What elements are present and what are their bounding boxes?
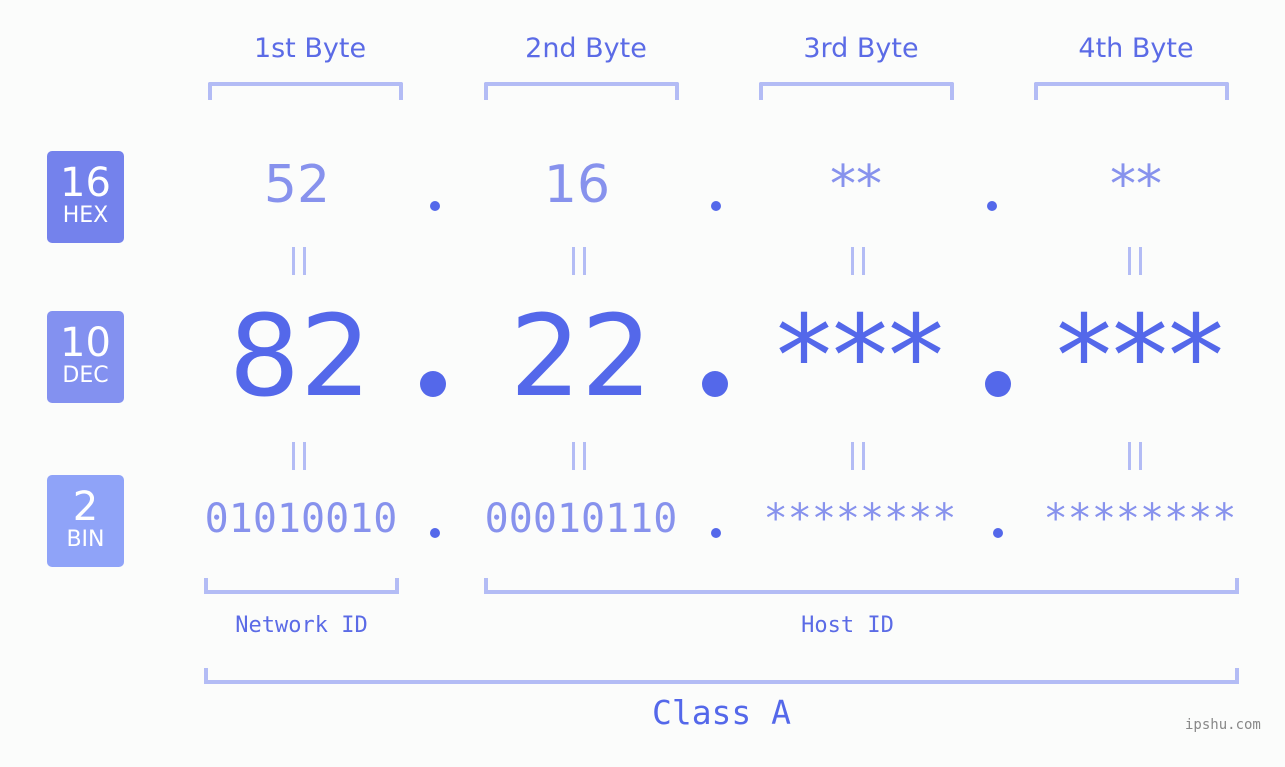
bin-dot-3 (993, 528, 1003, 538)
host-id-bracket (484, 578, 1239, 594)
hex-dot-3 (987, 201, 997, 211)
dec-dot-3 (985, 371, 1011, 397)
dec-value-3: *** (776, 292, 944, 422)
hex-value-3: ** (830, 155, 882, 215)
equals-icon (851, 247, 867, 275)
equals-icon (292, 442, 308, 470)
bin-value-1: 01010010 (204, 496, 398, 542)
hex-value-2: 16 (543, 155, 611, 215)
network-id-label: Network ID (235, 613, 368, 638)
dec-value-1: 82 (228, 292, 372, 422)
dec-badge-number: 10 (60, 320, 111, 366)
bin-value-2: 00010110 (484, 496, 678, 542)
class-label: Class A (651, 693, 792, 732)
hex-value-1: 52 (263, 155, 331, 215)
dec-dot-2 (702, 371, 728, 397)
dec-badge: 10 DEC (47, 311, 124, 403)
hex-badge-label: HEX (62, 203, 109, 228)
hex-badge-number: 16 (60, 160, 111, 206)
bin-badge: 2 BIN (47, 475, 124, 567)
network-id-bracket (204, 578, 399, 594)
byte-bracket-3 (759, 82, 954, 100)
class-bracket (204, 668, 1239, 684)
bin-dot-2 (711, 528, 721, 538)
bin-badge-number: 2 (72, 484, 99, 530)
byte-header-2: 2nd Byte (525, 33, 647, 64)
equals-icon (572, 442, 588, 470)
byte-bracket-2 (484, 82, 679, 100)
hex-badge: 16 HEX (47, 151, 124, 243)
dec-value-4: *** (1056, 292, 1224, 422)
bin-dot-1 (430, 528, 440, 538)
equals-icon (572, 247, 588, 275)
bin-value-4: ******** (1043, 496, 1237, 542)
hex-value-4: ** (1110, 155, 1162, 215)
host-id-label: Host ID (801, 613, 894, 638)
byte-header-3: 3rd Byte (803, 33, 919, 64)
byte-bracket-1 (208, 82, 403, 100)
hex-dot-1 (430, 201, 440, 211)
byte-header-1: 1st Byte (253, 33, 367, 64)
dec-value-2: 22 (509, 292, 653, 422)
byte-header-4: 4th Byte (1078, 33, 1194, 64)
watermark: ipshu.com (1185, 717, 1261, 733)
dec-badge-label: DEC (62, 363, 109, 388)
equals-icon (851, 442, 867, 470)
bin-value-3: ******** (763, 496, 957, 542)
equals-icon (1128, 442, 1144, 470)
byte-bracket-4 (1034, 82, 1229, 100)
hex-dot-2 (711, 201, 721, 211)
dec-dot-1 (420, 371, 446, 397)
equals-icon (1128, 247, 1144, 275)
equals-icon (292, 247, 308, 275)
bin-badge-label: BIN (66, 527, 105, 552)
